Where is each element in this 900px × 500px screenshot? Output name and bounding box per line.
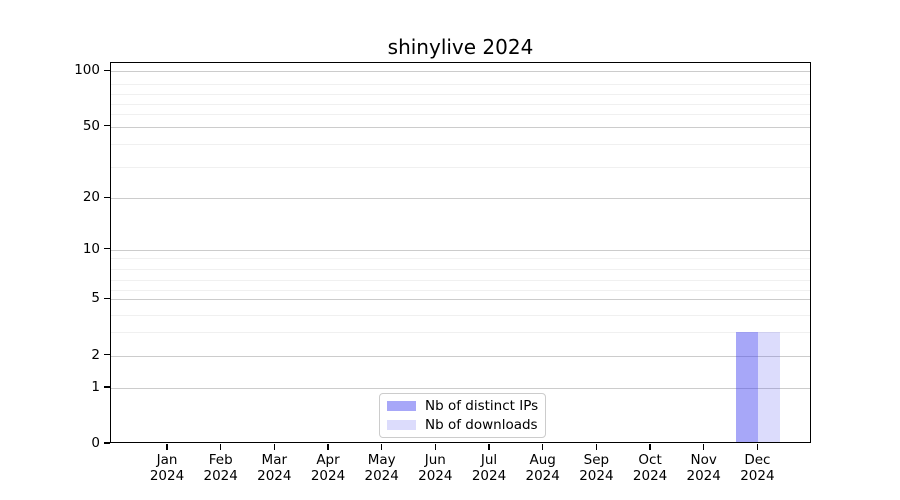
legend: Nb of distinct IPs Nb of downloads [379, 393, 546, 438]
x-tick-Sep [596, 444, 597, 450]
gridline-minor-7 [111, 280, 810, 281]
x-tick-year: 2024 [717, 468, 797, 484]
y-tick-1 [104, 386, 110, 387]
x-tick-Jan [166, 444, 167, 450]
gridline-major-10 [111, 250, 810, 251]
y-tick-20 [104, 197, 110, 198]
x-tick-Aug [542, 444, 543, 450]
y-tick-0 [104, 442, 110, 443]
y-tick-label-2: 2 [0, 346, 100, 364]
gridline-minor-90 [111, 84, 810, 85]
gridline-major-50 [111, 127, 810, 128]
legend-swatch-distinct-ips [387, 401, 416, 412]
y-tick-5 [104, 298, 110, 299]
x-tick-Apr [327, 444, 328, 450]
gridline-minor-40 [111, 144, 810, 145]
bar-distinct-ips-dec [736, 332, 758, 442]
gridline-major-1 [111, 388, 810, 389]
x-tick-Dec [757, 444, 758, 450]
x-tick-Feb [220, 444, 221, 450]
gridline-minor-9 [111, 258, 810, 259]
x-tick-Oct [649, 444, 650, 450]
y-tick-label-1: 1 [0, 378, 100, 396]
x-tick-month: Dec [717, 452, 797, 468]
gridline-minor-30 [111, 167, 810, 168]
x-tick-May [381, 444, 382, 450]
gridline-major-20 [111, 198, 810, 199]
y-tick-label-100: 100 [0, 61, 100, 79]
gridline-major-100 [111, 71, 810, 72]
y-tick-label-20: 20 [0, 188, 100, 206]
x-tick-Jun [435, 444, 436, 450]
legend-label-downloads: Nb of downloads [425, 417, 538, 433]
gridline-minor-3 [111, 332, 810, 333]
y-tick-label-5: 5 [0, 289, 100, 307]
gridline-minor-6 [111, 290, 810, 291]
y-tick-100 [104, 70, 110, 71]
y-tick-10 [104, 248, 110, 249]
gridline-major-5 [111, 299, 810, 300]
legend-item-distinct-ips: Nb of distinct IPs [387, 398, 545, 414]
gridline-minor-70 [111, 104, 810, 105]
chart-title: shinylive 2024 [110, 35, 811, 59]
x-tick-Nov [703, 444, 704, 450]
x-tick-label-Dec: Dec2024 [717, 452, 797, 484]
legend-label-distinct-ips: Nb of distinct IPs [425, 398, 538, 414]
y-tick-2 [104, 354, 110, 355]
plot-area: Nb of distinct IPs Nb of downloads [110, 62, 811, 443]
legend-item-downloads: Nb of downloads [387, 417, 545, 433]
x-tick-Mar [274, 444, 275, 450]
y-tick-50 [104, 125, 110, 126]
gridline-major-2 [111, 356, 810, 357]
gridline-minor-8 [111, 269, 810, 270]
gridline-minor-60 [111, 114, 810, 115]
y-tick-label-50: 50 [0, 117, 100, 135]
bar-downloads-dec [758, 332, 780, 442]
y-tick-label-10: 10 [0, 240, 100, 258]
gridline-minor-80 [111, 94, 810, 95]
x-tick-Jul [488, 444, 489, 450]
legend-swatch-downloads [387, 420, 416, 431]
chart-figure: shinylive 2024 Nb of distinct IPs Nb of … [0, 0, 900, 500]
y-tick-label-0: 0 [0, 434, 100, 452]
gridline-minor-4 [111, 315, 810, 316]
